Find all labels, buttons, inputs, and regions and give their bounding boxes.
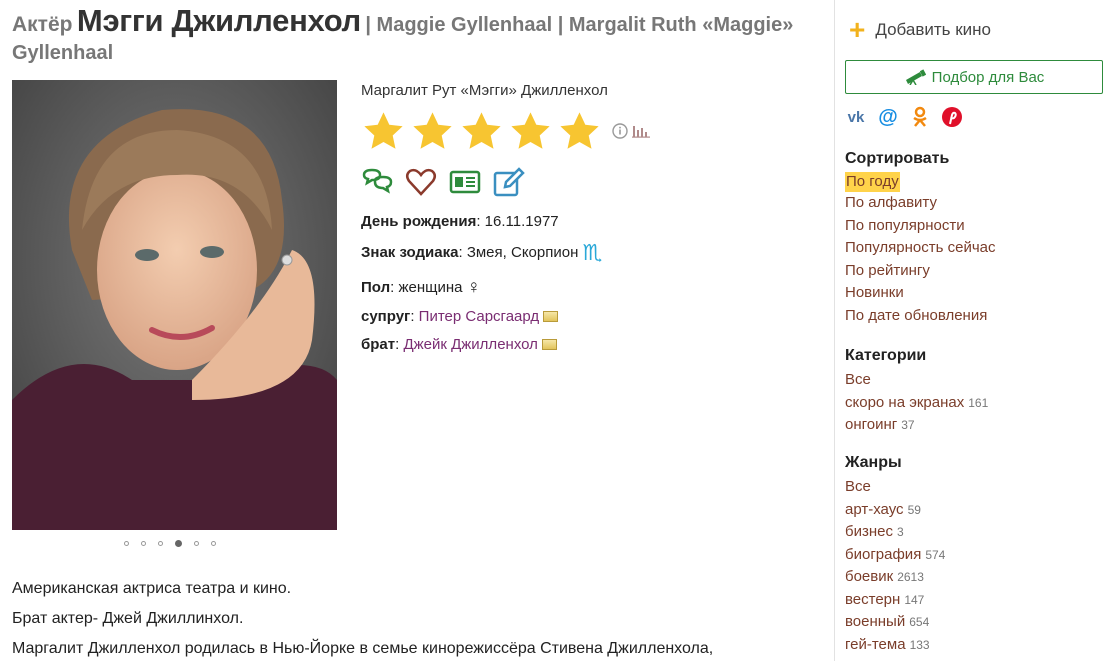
sort-item[interactable]: По алфавиту bbox=[845, 192, 996, 215]
title-kind: Актёр bbox=[12, 13, 73, 36]
gallery-dots[interactable] bbox=[124, 540, 216, 547]
categories-section: Категории Все скоро на экранах 161 онгоин… bbox=[845, 347, 988, 437]
gallery-dot[interactable] bbox=[158, 541, 163, 546]
genre-item[interactable]: вестерн 147 bbox=[845, 589, 945, 612]
gender-value: женщина bbox=[398, 279, 463, 296]
add-movie-label: Добавить кино bbox=[875, 20, 991, 39]
star-icon[interactable] bbox=[459, 109, 504, 154]
pinterest-icon[interactable] bbox=[941, 106, 963, 128]
genre-item[interactable]: боевик 2613 bbox=[845, 566, 945, 589]
birthday-row: День рождения: 16.11.1977 bbox=[361, 213, 559, 230]
spouse-label: супруг bbox=[361, 308, 411, 325]
genres-section: Жанры Все арт-хаус 59 бизнес 3 биография 57… bbox=[845, 454, 945, 656]
sort-title: Сортировать bbox=[845, 150, 950, 167]
gallery-dot[interactable] bbox=[141, 541, 146, 546]
gallery-dot[interactable] bbox=[211, 541, 216, 546]
star-icon[interactable] bbox=[410, 109, 455, 154]
sort-section: Сортировать По году По алфавиту По попул… bbox=[845, 150, 996, 327]
add-movie-button[interactable]: + Добавить кино bbox=[849, 14, 991, 45]
photo-icon[interactable] bbox=[541, 339, 557, 350]
spouse-link[interactable]: Питер Сарсгаард bbox=[419, 308, 539, 325]
title-name: Мэгги Джилленхол bbox=[76, 3, 361, 38]
spouse-row: супруг: Питер Сарсгаард bbox=[361, 307, 559, 327]
brother-label: брат bbox=[361, 336, 396, 353]
bio-line: Брат актер- Джей Джиллинхол. bbox=[12, 610, 244, 627]
sort-item[interactable]: Популярность сейчас bbox=[845, 237, 996, 260]
rating-stars[interactable] bbox=[361, 109, 821, 153]
sort-item[interactable]: Новинки bbox=[845, 282, 996, 305]
genre-item[interactable]: биография 574 bbox=[845, 544, 945, 567]
genre-item[interactable]: Все bbox=[845, 476, 945, 499]
gender-row: Пол: женщина ♀ bbox=[361, 277, 481, 298]
zodiac-value: Змея, Скорпион bbox=[466, 244, 579, 261]
genre-item[interactable]: арт-хаус 59 bbox=[845, 499, 945, 522]
zodiac-row: Знак зодиака: Змея, Скорпион ♏ bbox=[361, 240, 603, 265]
zodiac-label: Знак зодиака bbox=[361, 244, 459, 261]
genres-title: Жанры bbox=[845, 454, 902, 471]
category-item[interactable]: онгоинг 37 bbox=[845, 414, 988, 437]
brother-link[interactable]: Джейк Джилленхол bbox=[403, 336, 537, 353]
social-links: vk @ bbox=[845, 106, 963, 128]
star-icon[interactable] bbox=[361, 109, 406, 154]
bio-line: Американская актриса театра и кино. bbox=[12, 580, 292, 597]
odnoklassniki-icon[interactable] bbox=[909, 106, 931, 128]
comments-icon[interactable] bbox=[361, 167, 393, 197]
telescope-icon bbox=[905, 69, 926, 85]
birthday-label: День рождения bbox=[361, 213, 477, 230]
star-icon[interactable] bbox=[508, 109, 553, 154]
scorpio-icon: ♏ bbox=[582, 240, 603, 265]
gallery-dot[interactable] bbox=[124, 541, 129, 546]
genre-item[interactable]: военный 654 bbox=[845, 611, 945, 634]
category-item[interactable]: Все bbox=[845, 369, 988, 392]
brother-row: брат: Джейк Джилленхол bbox=[361, 335, 557, 355]
action-icons bbox=[361, 167, 821, 197]
genre-item[interactable]: бизнес 3 bbox=[845, 521, 945, 544]
gender-label: Пол bbox=[361, 279, 391, 296]
recommend-label: Подбор для Вас bbox=[931, 68, 1045, 86]
star-icon[interactable] bbox=[557, 109, 602, 154]
categories-title: Категории bbox=[845, 347, 927, 364]
sort-item[interactable]: По дате обновления bbox=[845, 305, 996, 328]
birthday-value: 16.11.1977 bbox=[484, 213, 559, 230]
sort-item[interactable]: По рейтингу bbox=[845, 260, 996, 283]
vk-icon[interactable]: vk bbox=[845, 106, 867, 128]
genre-item[interactable]: гей-тема 133 bbox=[845, 634, 945, 657]
sort-item[interactable]: По популярности bbox=[845, 215, 996, 238]
page-title: Актёр Мэгги Джилленхол | Maggie Gyllenha… bbox=[12, 5, 822, 68]
edit-icon[interactable] bbox=[493, 167, 525, 197]
bio-line: Маргалит Джилленхол родилась в Нью-Йорке… bbox=[12, 640, 714, 657]
mail-icon[interactable]: @ bbox=[877, 106, 899, 128]
full-name: Маргалит Рут «Мэгги» Джилленхол bbox=[361, 82, 608, 99]
category-item[interactable]: скоро на экранах 161 bbox=[845, 392, 988, 415]
plus-icon: + bbox=[849, 14, 866, 45]
gallery-dot[interactable] bbox=[194, 541, 199, 546]
actor-photo[interactable] bbox=[12, 80, 337, 530]
newspaper-icon[interactable] bbox=[449, 167, 481, 197]
gallery-dot-active[interactable] bbox=[175, 540, 182, 547]
biography: Американская актриса театра и кино. Брат… bbox=[12, 574, 822, 661]
sidebar-divider bbox=[834, 0, 835, 661]
info-icon[interactable] bbox=[612, 123, 628, 139]
heart-icon[interactable] bbox=[405, 167, 437, 197]
female-icon: ♀ bbox=[466, 277, 481, 298]
actor-info: Маргалит Рут «Мэгги» Джилленхол День рож… bbox=[361, 82, 821, 353]
stats-icon[interactable] bbox=[632, 124, 650, 138]
recommend-button[interactable]: Подбор для Вас bbox=[845, 60, 1103, 94]
photo-icon[interactable] bbox=[543, 311, 559, 322]
sort-item[interactable]: По году bbox=[845, 172, 900, 192]
